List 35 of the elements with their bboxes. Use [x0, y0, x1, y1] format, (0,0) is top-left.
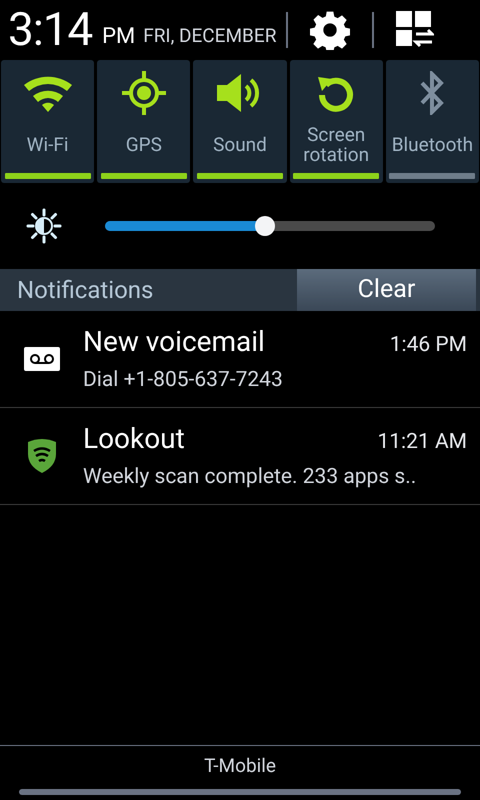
notification-text: Dial +1-805-637-7243: [83, 367, 284, 394]
toggle-label: GPS: [124, 132, 163, 158]
brightness-slider[interactable]: [105, 216, 435, 236]
toggle-tile[interactable]: GPS: [97, 60, 190, 183]
notification-item[interactable]: Lookout 11:21 AM Weekly scan complete. 233 apps s..: [0, 408, 480, 505]
voicemail-icon: [24, 347, 60, 371]
bluetooth-icon: [419, 71, 446, 115]
notifications-header: Notifications: [0, 269, 297, 311]
notification-time: 11:21 AM: [377, 429, 467, 456]
clock-time: 3:14: [8, 7, 92, 53]
wifi-icon: [24, 74, 72, 112]
toggle-tile[interactable]: Screen rotation: [290, 60, 383, 183]
notification-title: New voicemail: [83, 324, 265, 360]
toggle-tile[interactable]: Bluetooth: [386, 60, 480, 183]
toggle-label: Sound: [212, 132, 268, 158]
carrier-name: T-Mobile: [203, 754, 277, 778]
brightness-icon: [26, 208, 62, 244]
toggle-label: Bluetooth: [390, 132, 474, 158]
toggle-label: Screen rotation: [302, 122, 370, 168]
grid-swap-icon[interactable]: [396, 11, 434, 49]
toggle-label: Wi-Fi: [26, 132, 70, 158]
notification-text: Weekly scan complete. 233 apps s..: [83, 464, 418, 492]
notification-title: Lookout: [83, 421, 185, 458]
notification-item[interactable]: New voicemail 1:46 PM Dial +1-805-637-7243: [0, 311, 480, 408]
shield-icon: [26, 439, 58, 473]
notification-time: 1:46 PM: [390, 332, 467, 360]
date-text: FRI, DECEMBER: [143, 22, 276, 49]
slider-thumb[interactable]: [255, 216, 276, 236]
toggle-tile[interactable]: Sound: [193, 60, 287, 183]
drag-handle[interactable]: [19, 789, 461, 795]
target-icon: [122, 71, 166, 115]
settings-icon[interactable]: [310, 10, 350, 50]
toggle-tile[interactable]: Wi-Fi: [1, 60, 94, 183]
clear-button[interactable]: Clear: [297, 269, 480, 311]
clock-ampm: PM: [102, 22, 136, 50]
